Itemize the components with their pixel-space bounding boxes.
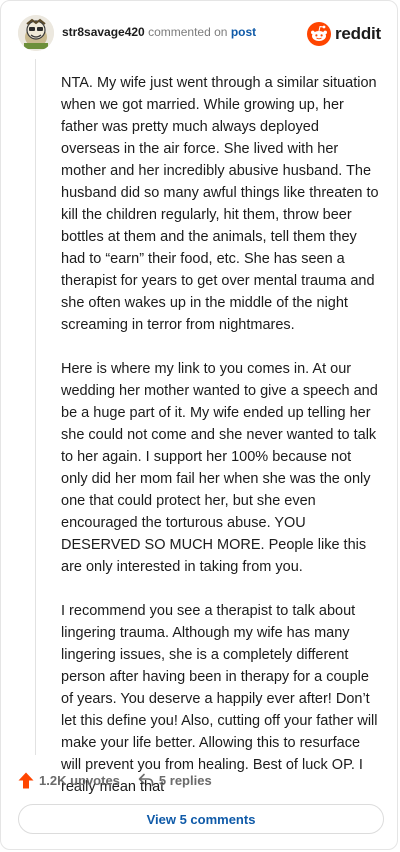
username-link[interactable]: str8savage420 bbox=[62, 25, 145, 39]
reply-icon bbox=[138, 773, 154, 787]
avatar[interactable] bbox=[18, 15, 54, 51]
upvote-count: 1.2K upvotes bbox=[39, 772, 120, 788]
replies-count: 5 replies bbox=[158, 772, 212, 788]
post-link[interactable]: post bbox=[231, 25, 256, 39]
comment-card: str8savage420 commented on post reddit N… bbox=[0, 0, 398, 850]
commented-on-label: commented on bbox=[148, 25, 228, 39]
replies-button[interactable]: 5 replies bbox=[138, 773, 212, 788]
thread-line bbox=[35, 59, 36, 755]
comment-meta: str8savage420 commented on post bbox=[62, 25, 256, 39]
reddit-logo-icon bbox=[306, 22, 331, 46]
comment-paragraph: NTA. My wife just went through a similar… bbox=[61, 75, 379, 333]
view-comments-button[interactable]: View 5 comments bbox=[18, 804, 384, 834]
reddit-brand[interactable]: reddit bbox=[306, 21, 381, 47]
upvote-arrow-icon bbox=[18, 772, 34, 788]
comment-header: str8savage420 commented on post reddit bbox=[18, 15, 383, 55]
comment-actions: 1.2K upvotes 5 replies bbox=[18, 769, 212, 791]
upvote-button[interactable]: 1.2K upvotes bbox=[18, 772, 120, 789]
reddit-wordmark: reddit bbox=[334, 24, 381, 43]
comment-body: NTA. My wife just went through a similar… bbox=[61, 72, 379, 820]
comment-paragraph: Here is where my link to you comes in. A… bbox=[61, 361, 378, 575]
